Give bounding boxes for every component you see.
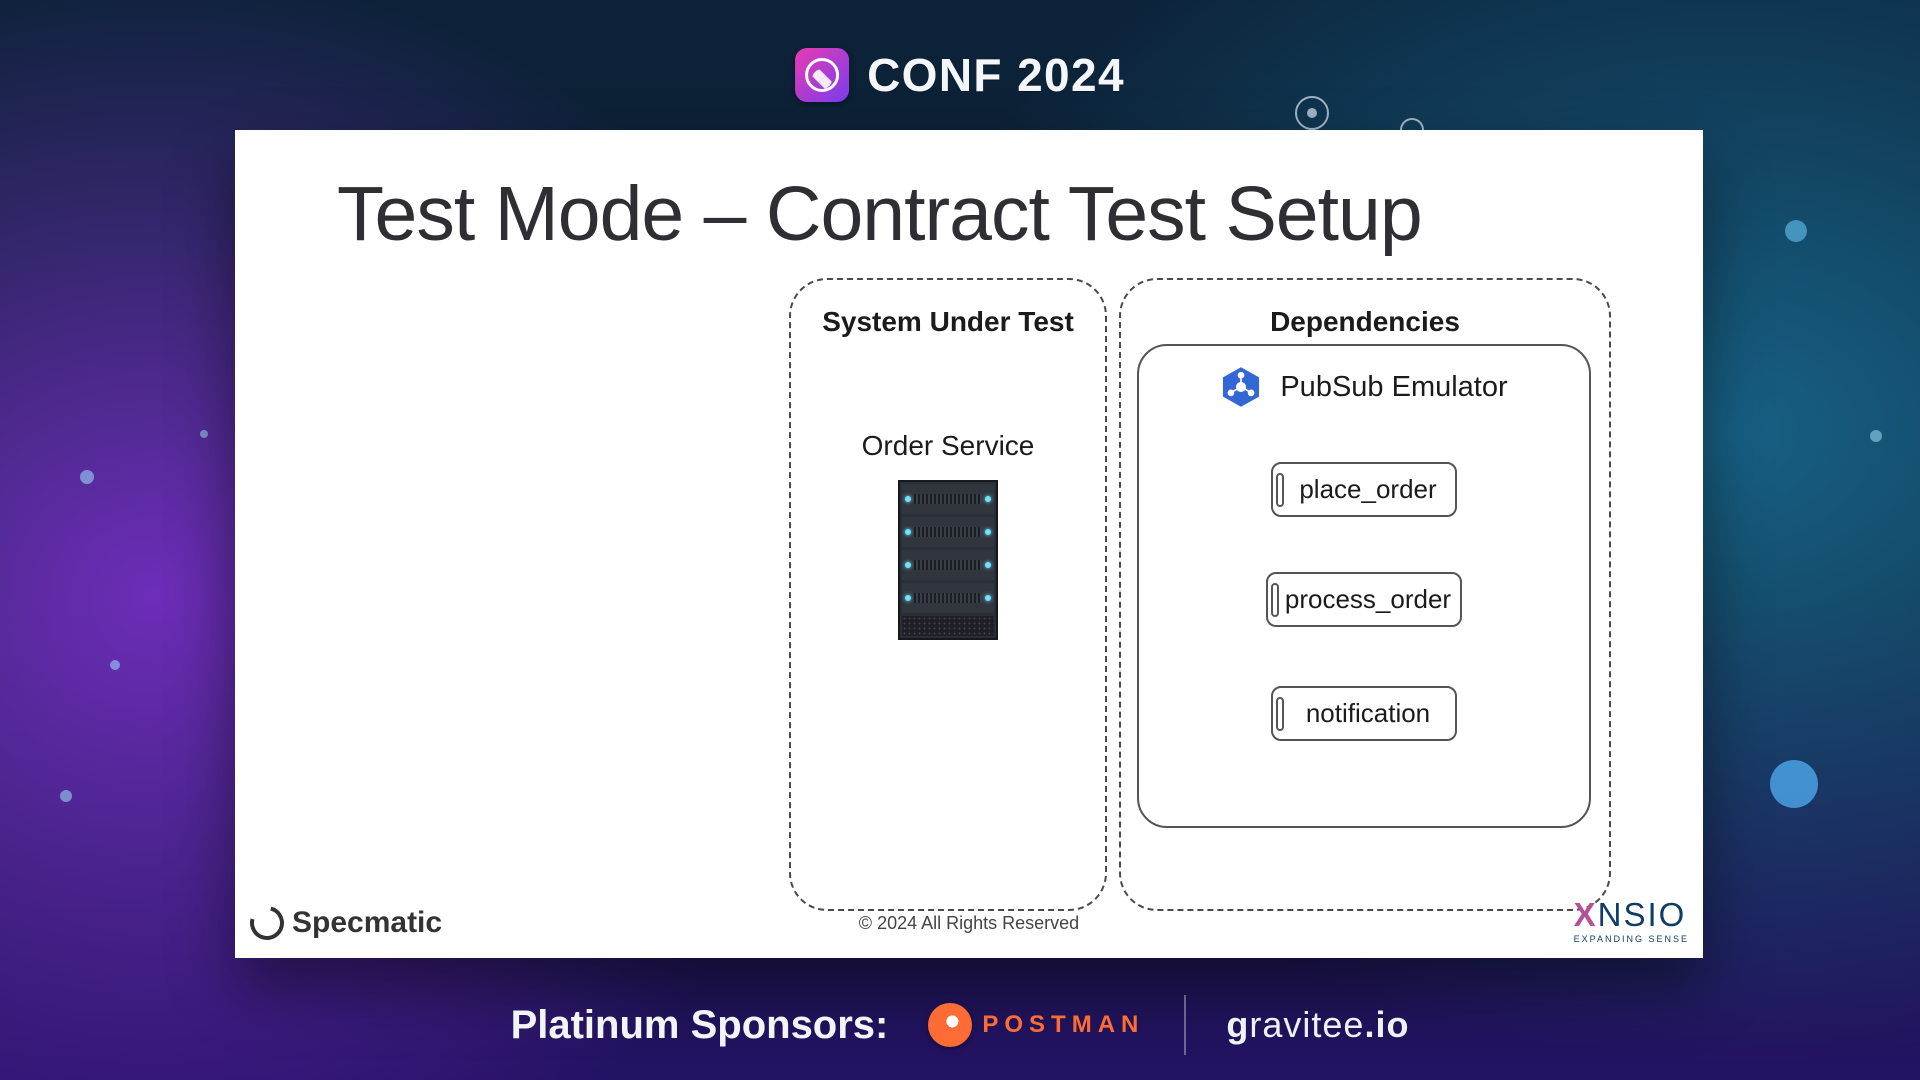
sponsor-bar: Platinum Sponsors: POSTMAN gravitee.io	[0, 970, 1920, 1080]
slide-title: Test Mode – Contract Test Setup	[337, 170, 1422, 259]
specmatic-conf-icon	[795, 48, 849, 102]
google-pubsub-icon	[1220, 366, 1262, 408]
xnsio-logo: XNSIO EXPANDING SENSE	[1574, 896, 1689, 944]
pubsub-emulator-card: PubSub Emulator place_order process_orde…	[1137, 344, 1591, 828]
topic-label: process_order	[1277, 584, 1451, 615]
xnsio-x: X	[1574, 896, 1598, 933]
postman-wordmark: POSTMAN	[982, 1011, 1144, 1039]
pubsub-emulator-label: PubSub Emulator	[1280, 371, 1507, 404]
postman-icon	[928, 1003, 972, 1047]
system-under-test-group: System Under Test Order Service	[789, 278, 1107, 911]
xnsio-tagline: EXPANDING SENSE	[1574, 934, 1689, 944]
copyright: © 2024 All Rights Reserved	[859, 913, 1079, 934]
specmatic-mark-icon	[244, 900, 290, 946]
presentation-slide: Test Mode – Contract Test Setup System U…	[235, 130, 1703, 958]
topic-label: notification	[1298, 698, 1430, 729]
order-service-label: Order Service	[791, 430, 1105, 462]
sut-label: System Under Test	[791, 280, 1105, 338]
specmatic-logo: Specmatic	[250, 906, 442, 940]
xnsio-rest: NSIO	[1598, 896, 1687, 933]
deps-label: Dependencies	[1121, 280, 1609, 338]
sponsor-postman: POSTMAN	[928, 1003, 1144, 1047]
conference-title: CONF 2024	[867, 48, 1125, 102]
topic-place-order: place_order	[1271, 462, 1457, 517]
sponsor-gravitee: gravitee.io	[1226, 1004, 1409, 1046]
topic-process-order: process_order	[1266, 572, 1462, 627]
decorative-circle-icon	[1295, 96, 1329, 130]
sponsor-label: Platinum Sponsors:	[511, 1003, 889, 1048]
topic-label: place_order	[1291, 474, 1436, 505]
divider	[1184, 995, 1186, 1055]
specmatic-wordmark: Specmatic	[292, 906, 442, 940]
server-icon	[898, 480, 998, 640]
conference-header: CONF 2024	[795, 48, 1125, 102]
topic-notification: notification	[1271, 686, 1457, 741]
